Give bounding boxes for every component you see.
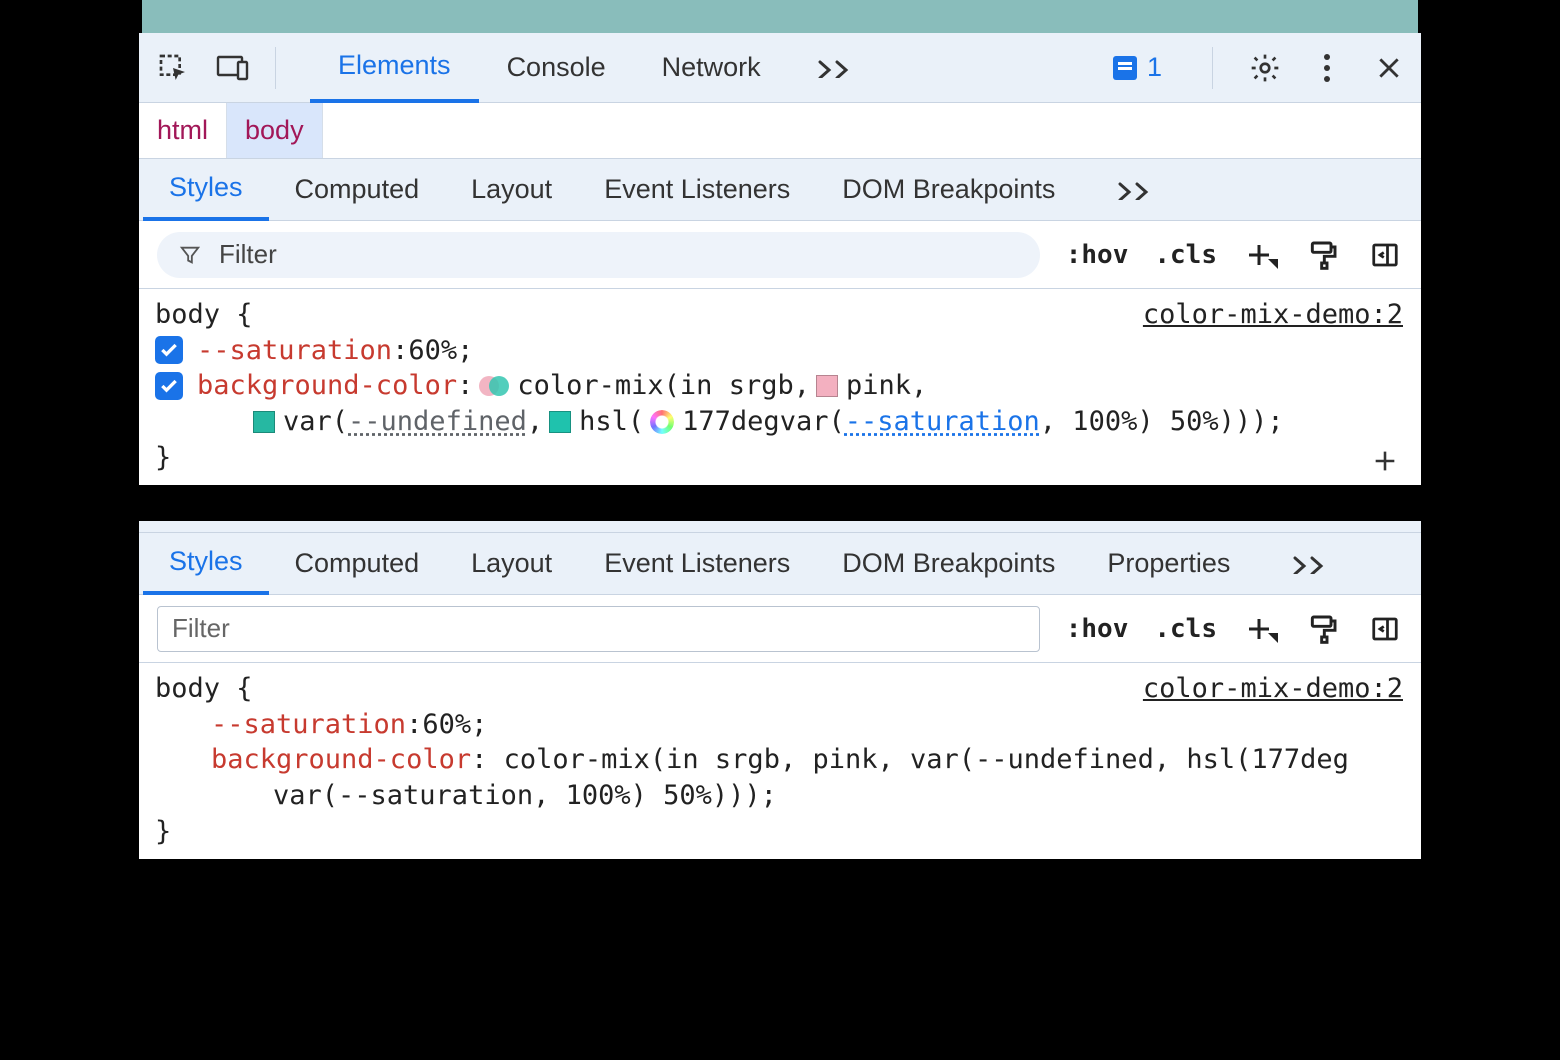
inspect-icon[interactable]	[155, 50, 191, 86]
paint-icon[interactable]	[1305, 611, 1341, 647]
css-property[interactable]: background-color	[211, 742, 471, 778]
paint-icon[interactable]	[1305, 237, 1341, 273]
subtab-event-listeners[interactable]: Event Listeners	[578, 533, 816, 595]
declaration-checkbox[interactable]	[155, 336, 183, 364]
subtab-dom-breakpoints[interactable]: DOM Breakpoints	[816, 159, 1081, 221]
color-mix-icon[interactable]	[479, 374, 509, 398]
toggle-sidebar-icon[interactable]	[1367, 611, 1403, 647]
page-preview-strip	[139, 0, 1421, 33]
cls-toggle[interactable]: .cls	[1154, 240, 1217, 270]
css-value[interactable]: var(--saturation, 100%) 50%)));	[273, 778, 777, 814]
css-property[interactable]: --saturation	[211, 707, 406, 743]
subtabs-overflow[interactable]	[1266, 533, 1356, 595]
tabs-overflow[interactable]	[789, 33, 883, 103]
subtab-dom-breakpoints[interactable]: DOM Breakpoints	[816, 533, 1081, 595]
issues-count: 1	[1147, 52, 1162, 83]
tab-console[interactable]: Console	[479, 33, 634, 103]
css-value[interactable]: 60%	[408, 333, 457, 369]
main-tabs: Elements Console Network	[310, 33, 883, 103]
color-swatch-teal[interactable]	[549, 411, 571, 433]
css-value[interactable]: 177deg	[682, 404, 780, 440]
subtab-styles[interactable]: Styles	[143, 159, 269, 221]
css-value[interactable]: in srgb,	[680, 368, 810, 404]
subtab-layout[interactable]: Layout	[445, 159, 578, 221]
devtools-panel-top: Elements Console Network 1	[139, 33, 1421, 485]
issues-icon	[1113, 56, 1137, 80]
rule-selector[interactable]: body	[155, 671, 220, 707]
brace-close: }	[155, 814, 171, 850]
close-icon[interactable]	[1371, 50, 1407, 86]
styles-filter-input[interactable]: Filter	[157, 606, 1040, 652]
css-property[interactable]: background-color	[197, 368, 457, 404]
css-value: ,	[911, 368, 927, 404]
css-semi: ;	[471, 707, 487, 743]
styles-subtabs: Styles Computed Layout Event Listeners D…	[139, 533, 1421, 595]
css-property[interactable]: --saturation	[197, 333, 392, 369]
tab-network[interactable]: Network	[634, 33, 789, 103]
rule-selector[interactable]: body	[155, 297, 220, 333]
hov-toggle[interactable]: :hov	[1066, 240, 1129, 270]
hov-toggle[interactable]: :hov	[1066, 614, 1129, 644]
color-swatch-teal[interactable]	[253, 411, 275, 433]
css-variable-undefined[interactable]: --undefined	[348, 404, 527, 440]
tab-elements[interactable]: Elements	[310, 33, 479, 103]
css-value[interactable]: : color-mix(in srgb, pink, var(--undefin…	[471, 742, 1349, 778]
toolbar-divider	[1212, 47, 1213, 89]
filter-icon	[179, 244, 201, 266]
css-semi: ;	[1267, 404, 1283, 440]
new-style-rule-icon[interactable]	[1243, 237, 1279, 273]
css-value[interactable]: pink	[846, 368, 911, 404]
subtab-styles[interactable]: Styles	[143, 533, 269, 595]
css-variable-saturation[interactable]: --saturation	[845, 404, 1040, 440]
toolbar-divider	[275, 47, 276, 89]
cls-toggle[interactable]: .cls	[1154, 614, 1217, 644]
css-semi: ;	[457, 333, 473, 369]
device-toolbar-icon[interactable]	[215, 50, 251, 86]
css-value: ,	[527, 404, 543, 440]
brace-open: {	[236, 297, 252, 333]
declaration-checkbox[interactable]	[155, 372, 183, 400]
subtab-layout[interactable]: Layout	[445, 533, 578, 595]
breadcrumb-html[interactable]: html	[139, 103, 227, 158]
subtabs-overflow[interactable]	[1091, 159, 1181, 221]
css-value[interactable]: var(	[780, 404, 845, 440]
css-colon: :	[392, 333, 408, 369]
styles-filter-input[interactable]: Filter	[157, 232, 1040, 278]
add-declaration-icon[interactable]	[1367, 443, 1403, 479]
css-value[interactable]: hsl(	[579, 404, 644, 440]
css-value[interactable]: color-mix(	[517, 368, 680, 404]
css-colon: :	[457, 368, 473, 404]
color-swatch-pink[interactable]	[816, 375, 838, 397]
toggle-sidebar-icon[interactable]	[1367, 237, 1403, 273]
rule-source-link[interactable]: color-mix-demo:2	[1143, 671, 1403, 707]
brace-open: {	[236, 671, 252, 707]
filter-placeholder: Filter	[219, 239, 277, 270]
rule-source-link[interactable]: color-mix-demo:2	[1143, 297, 1403, 333]
styles-subtabs: Styles Computed Layout Event Listeners D…	[139, 159, 1421, 221]
settings-icon[interactable]	[1247, 50, 1283, 86]
dom-breadcrumb: html body	[139, 103, 1421, 159]
brace-close: }	[155, 440, 171, 476]
styles-filter-row: Filter :hov .cls	[139, 221, 1421, 289]
style-rule: color-mix-demo:2 body { --saturation : 6…	[139, 663, 1421, 859]
subtab-computed[interactable]: Computed	[269, 159, 446, 221]
css-value[interactable]: var(	[283, 404, 348, 440]
css-value[interactable]: 60%	[422, 707, 471, 743]
kebab-menu-icon[interactable]	[1309, 50, 1345, 86]
subtab-properties[interactable]: Properties	[1081, 533, 1256, 595]
hue-ring-icon[interactable]	[650, 410, 674, 434]
styles-filter-row: Filter :hov .cls	[139, 595, 1421, 663]
filter-placeholder: Filter	[172, 613, 230, 644]
breadcrumb-body[interactable]: body	[227, 103, 323, 158]
subtab-event-listeners[interactable]: Event Listeners	[578, 159, 816, 221]
subtab-computed[interactable]: Computed	[269, 533, 446, 595]
style-rule: color-mix-demo:2 body { --saturation : 6…	[139, 289, 1421, 485]
main-toolbar: Elements Console Network 1	[139, 33, 1421, 103]
css-value[interactable]: , 100%) 50%)))	[1040, 404, 1268, 440]
issues-indicator[interactable]: 1	[1113, 52, 1162, 83]
new-style-rule-icon[interactable]	[1243, 611, 1279, 647]
css-colon: :	[406, 707, 422, 743]
devtools-panel-bottom: Styles Computed Layout Event Listeners D…	[139, 521, 1421, 859]
